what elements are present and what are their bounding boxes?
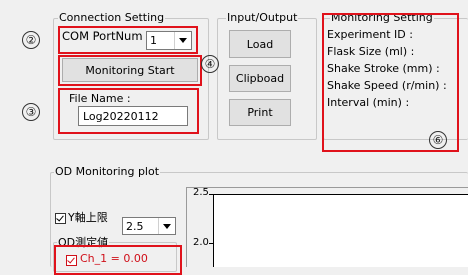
callout-4: ④ bbox=[201, 55, 219, 73]
load-button[interactable]: Load bbox=[229, 30, 291, 58]
callout-3: ③ bbox=[22, 103, 40, 121]
connection-setting-legend: Connection Setting bbox=[58, 11, 166, 25]
y-tick-label: 2.0 bbox=[193, 237, 209, 248]
y-limit-checkbox[interactable] bbox=[55, 213, 66, 224]
y-limit-value: 2.5 bbox=[126, 219, 144, 233]
print-button[interactable]: Print bbox=[229, 99, 291, 126]
y-tick-label: 2.5 bbox=[193, 187, 209, 198]
y-limit-select[interactable]: 2.5 bbox=[122, 217, 176, 235]
channel-highlight bbox=[54, 245, 182, 275]
y-tick-mark bbox=[209, 194, 213, 195]
file-name-highlight bbox=[58, 88, 199, 134]
od-monitoring-plot-legend: OD Monitoring plot bbox=[54, 165, 161, 179]
com-port-highlight bbox=[58, 26, 198, 54]
y-tick-mark bbox=[209, 243, 213, 244]
clipboard-button[interactable]: Clipboad bbox=[229, 65, 291, 92]
plot-canvas bbox=[213, 194, 468, 267]
chevron-down-icon bbox=[158, 218, 175, 234]
monitoring-start-highlight bbox=[58, 55, 202, 86]
callout-2: ② bbox=[22, 31, 40, 49]
y-limit-label: Y軸上限 bbox=[68, 211, 108, 224]
callout-6: ⑥ bbox=[429, 131, 447, 149]
input-output-legend: Input/Output bbox=[226, 11, 299, 25]
